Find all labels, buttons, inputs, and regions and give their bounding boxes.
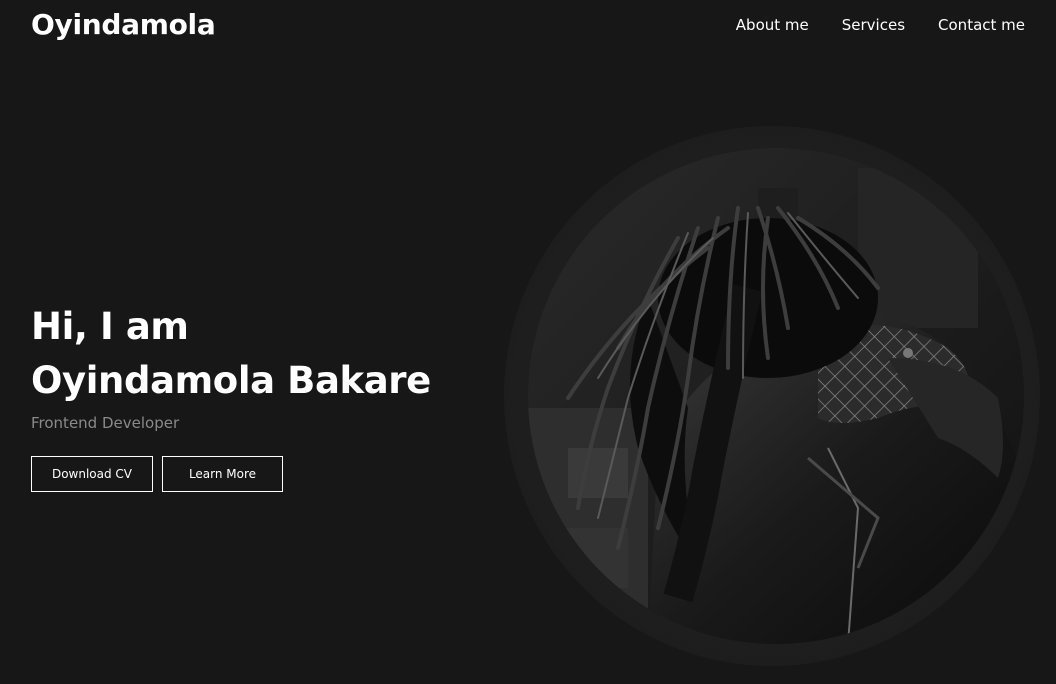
nav-contact-me[interactable]: Contact me bbox=[938, 16, 1025, 34]
download-cv-button[interactable]: Download CV bbox=[31, 456, 153, 492]
profile-photo bbox=[528, 148, 1024, 644]
hero-intro: Hi, I am Oyindamola Bakare Frontend Deve… bbox=[31, 300, 491, 492]
main-nav: About me Services Contact me bbox=[736, 16, 1025, 34]
page: Oyindamola About me Services Contact me … bbox=[0, 0, 1056, 684]
nav-services[interactable]: Services bbox=[842, 16, 905, 34]
profile-photo-illustration bbox=[528, 148, 1024, 644]
hero-name: Oyindamola Bakare bbox=[31, 359, 431, 402]
site-logo[interactable]: Oyindamola bbox=[31, 8, 216, 41]
hero-buttons: Download CV Learn More bbox=[31, 456, 491, 492]
hero-role: Frontend Developer bbox=[31, 414, 180, 432]
nav-about-me[interactable]: About me bbox=[736, 16, 809, 34]
site-header: Oyindamola About me Services Contact me bbox=[0, 0, 1056, 54]
learn-more-button[interactable]: Learn More bbox=[162, 456, 283, 492]
hero-greeting: Hi, I am bbox=[31, 305, 189, 348]
